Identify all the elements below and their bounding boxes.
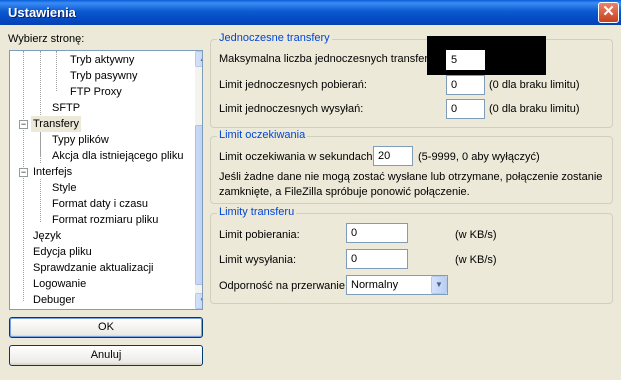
concurrent-transfers-title: Jednoczesne transfery (217, 32, 332, 44)
tree-line (23, 51, 24, 173)
download-speed-input[interactable]: 0 (346, 223, 408, 243)
close-icon[interactable]: ✕ (598, 2, 619, 23)
tree-item-update-check[interactable]: Sprawdzanie aktualizacji (33, 260, 153, 276)
tree-item-ftp-proxy[interactable]: FTP Proxy (70, 84, 122, 100)
download-speed-unit: (w KB/s) (455, 229, 497, 241)
settings-dialog: Ustawienia ✕ Wybierz stronę: Tryb aktywn… (0, 0, 621, 380)
timeout-hint: (5-9999, 0 aby wyłączyć) (418, 151, 540, 163)
download-limit-hint: (0 dla braku limitu) (489, 79, 580, 91)
upload-limit-input[interactable]: 0 (446, 99, 485, 119)
upload-speed-label: Limit wysyłania: (219, 254, 297, 266)
timeout-note-line2: zamknięte, a FileZilla spróbuje ponowić … (219, 186, 470, 198)
tree-item-file-exists-action[interactable]: Akcja dla istniejącego pliku (52, 148, 183, 164)
tree-item-transfers[interactable]: Transfery (31, 116, 82, 132)
download-speed-label: Limit pobierania: (219, 229, 300, 241)
tree-scrollbar[interactable]: ▲ ▼ (195, 51, 202, 309)
title-bar[interactable]: Ustawienia ✕ (0, 0, 621, 25)
page-select-label: Wybierz stronę: (8, 33, 85, 45)
ok-button[interactable]: OK (9, 317, 203, 338)
tree-line (23, 173, 24, 301)
upload-speed-input[interactable]: 0 (346, 249, 408, 269)
resilience-select[interactable]: Normalny ▼ (346, 275, 448, 295)
tree-item-style[interactable]: Style (52, 180, 76, 196)
max-transfers-input[interactable]: 5 (446, 50, 485, 70)
scroll-down-icon[interactable]: ▼ (195, 293, 202, 309)
timeout-label: Limit oczekiwania w sekundach: (219, 151, 376, 163)
max-transfers-label: Maksymalna liczba jednoczesnych transfer… (219, 53, 446, 65)
tree-item-passive-mode[interactable]: Tryb pasywny (70, 68, 137, 84)
download-limit-input[interactable]: 0 (446, 75, 485, 95)
scroll-thumb[interactable] (195, 125, 202, 285)
download-limit-label: Limit jednoczesnych pobierań: (219, 79, 367, 91)
tree-item-active-mode[interactable]: Tryb aktywny (70, 52, 134, 68)
chevron-down-icon[interactable]: ▼ (431, 276, 447, 294)
tree-item-logging[interactable]: Logowanie (33, 276, 86, 292)
settings-tree[interactable]: Tryb aktywny Tryb pasywny FTP Proxy SFTP… (9, 50, 203, 310)
redaction-box (427, 36, 546, 75)
upload-speed-unit: (w KB/s) (455, 254, 497, 266)
speed-limits-title: Limity transferu (217, 206, 297, 218)
upload-limit-label: Limit jednoczesnych wysyłań: (219, 103, 364, 115)
tree-item-file-types[interactable]: Typy plików (52, 132, 109, 148)
upload-limit-hint: (0 dla braku limitu) (489, 103, 580, 115)
timeout-input[interactable]: 20 (373, 146, 413, 166)
scroll-up-icon[interactable]: ▲ (195, 51, 202, 67)
collapse-icon[interactable]: − (19, 120, 28, 129)
tree-item-size-format[interactable]: Format rozmiaru pliku (52, 212, 158, 228)
timeout-title: Limit oczekiwania (217, 129, 308, 141)
tree-line (40, 179, 41, 222)
tree-item-language[interactable]: Język (33, 228, 61, 244)
tree-item-file-editing[interactable]: Edycja pliku (33, 244, 92, 260)
tree-item-debug[interactable]: Debuger (33, 292, 75, 308)
collapse-icon[interactable]: − (19, 168, 28, 177)
cancel-button[interactable]: Anuluj (9, 345, 203, 366)
tree-item-date-format[interactable]: Format daty i czasu (52, 196, 148, 212)
resilience-value: Normalny (351, 279, 399, 291)
tree-item-interface[interactable]: Interfejs (33, 164, 72, 180)
window-title: Ustawienia (8, 5, 76, 20)
resilience-label: Odporność na przerwanie (219, 280, 345, 292)
timeout-note-line1: Jeśli żadne dane nie mogą zostać wysłane… (219, 171, 603, 183)
tree-item-sftp[interactable]: SFTP (52, 100, 80, 116)
tree-line (56, 51, 57, 91)
